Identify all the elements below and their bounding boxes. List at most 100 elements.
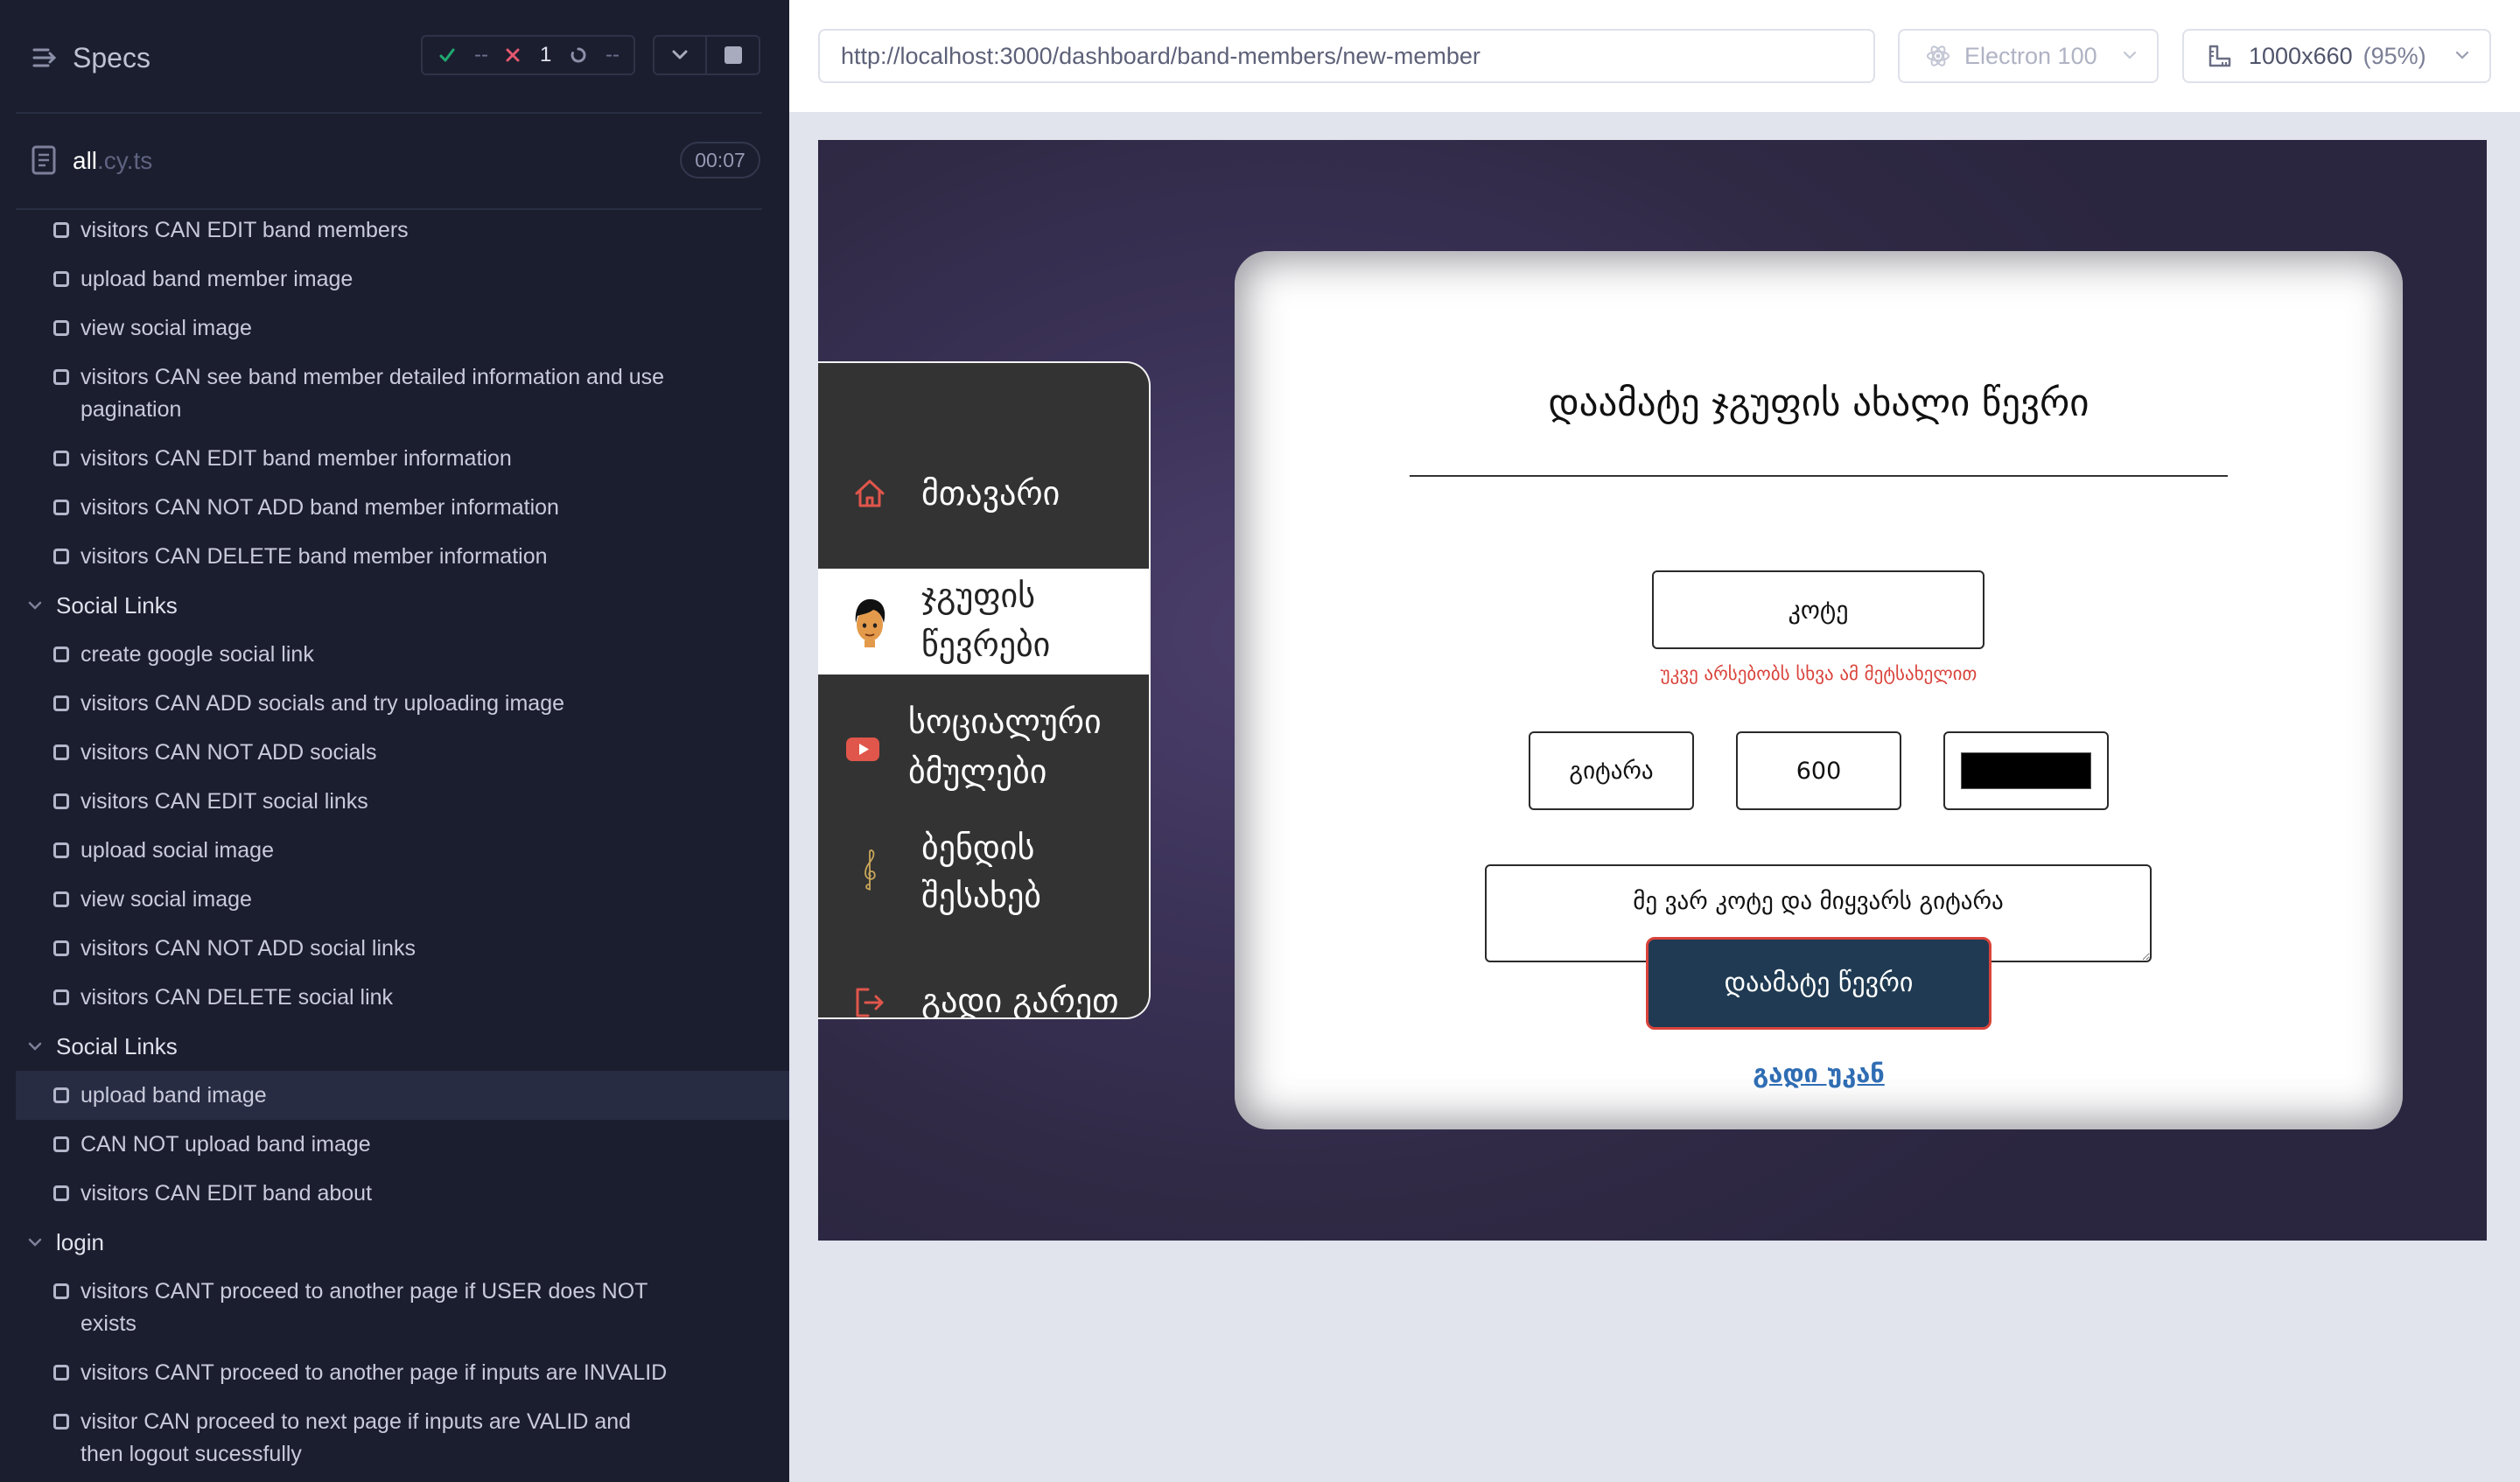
nav-label-line: ბენდის xyxy=(921,828,1035,867)
stop-icon[interactable] xyxy=(724,46,742,64)
chevron-down-icon xyxy=(2455,51,2469,59)
test-row[interactable]: visitor CAN proceed to next page if inpu… xyxy=(0,1397,789,1479)
browser-name: Electron 100 xyxy=(1964,43,2097,69)
test-row[interactable]: visitors CAN EDIT social links xyxy=(0,777,789,826)
browser-selector[interactable]: Electron 100 xyxy=(1898,29,2159,83)
run-controls xyxy=(653,35,760,75)
ruler-icon xyxy=(2208,45,2231,67)
test-title: visitors CANT proceed to another page if… xyxy=(80,1278,648,1304)
chevron-down-icon xyxy=(28,1042,42,1051)
test-row[interactable]: visitors CAN NOT ADD socials xyxy=(0,728,789,777)
specs-sidebar: Specs -- 1 -- all.cy.ts 00:07 visitors C… xyxy=(0,0,789,1482)
chevron-down-icon[interactable] xyxy=(672,50,688,60)
test-title: visitors CAN NOT ADD social links xyxy=(80,935,416,961)
test-state-icon xyxy=(53,451,69,466)
test-state-icon xyxy=(53,369,69,385)
test-title: visitors CAN EDIT social links xyxy=(80,788,368,814)
url-bar[interactable]: http://localhost:3000/dashboard/band-mem… xyxy=(818,29,1875,83)
test-row[interactable]: upload band member image xyxy=(0,255,789,304)
back-link-wrap: გადი უკან xyxy=(1235,1056,2403,1096)
test-title: visitors CAN DELETE social link xyxy=(80,984,394,1010)
test-row[interactable]: view social image xyxy=(0,304,789,353)
test-row[interactable]: visitors CAN see band member detailed in… xyxy=(0,353,789,434)
test-title: upload band member image xyxy=(80,266,354,291)
test-row[interactable]: visitors CANT proceed to another page if… xyxy=(0,1348,789,1397)
controls-divider xyxy=(705,37,707,73)
test-row[interactable]: visitors CAN EDIT band member informatio… xyxy=(0,434,789,483)
test-title: visitors CANT proceed to another page if… xyxy=(80,1360,668,1385)
failed-count: 1 xyxy=(540,43,552,66)
nav-item-about[interactable]: ბენდის შესახებ xyxy=(818,824,1149,924)
test-title: visitors CAN ADD socials and try uploadi… xyxy=(80,690,565,716)
spec-duration-badge: 00:07 xyxy=(680,142,760,178)
test-state-icon xyxy=(53,320,69,336)
suite-title: login xyxy=(56,1228,104,1255)
test-state-icon xyxy=(53,549,69,564)
spec-file-icon xyxy=(32,145,56,175)
nav-item-social-links[interactable]: სოციალური ბმულები xyxy=(818,697,1149,800)
test-state-icon xyxy=(53,891,69,907)
nav-label: ბენდის შესახებ xyxy=(921,824,1041,920)
test-row-current[interactable]: upload band image xyxy=(0,1071,789,1120)
test-row[interactable]: visitors CAN DELETE band member informat… xyxy=(0,532,789,581)
test-state-icon xyxy=(53,271,69,287)
chevron-down-icon xyxy=(28,601,42,610)
app-viewport: მთავარი ჯგუფის წევრები სოციალური ბმულები xyxy=(818,140,2487,1241)
test-row[interactable]: visitors CAN ADD socials and try uploadi… xyxy=(0,679,789,728)
instrument-input[interactable] xyxy=(1529,731,1694,810)
suite-row[interactable]: Social Links xyxy=(0,1022,789,1071)
test-state-icon xyxy=(53,1365,69,1381)
nav-item-band-members[interactable]: ჯგუფის წევრები xyxy=(818,569,1149,675)
header-divider xyxy=(16,112,762,114)
test-row[interactable]: visitors CAN NOT ADD band member informa… xyxy=(0,483,789,532)
chevron-down-icon xyxy=(28,1238,42,1247)
test-state-icon xyxy=(53,1087,69,1103)
suite-row[interactable]: login xyxy=(0,1218,789,1267)
viewport-zoom: (95%) xyxy=(2362,43,2426,69)
failed-x-icon xyxy=(506,48,520,62)
nav-item-home[interactable]: მთავარი xyxy=(818,469,1149,518)
test-state-icon xyxy=(53,989,69,1005)
chevron-down-icon xyxy=(2123,51,2137,59)
passed-check-icon xyxy=(439,48,455,62)
test-title: visitors CAN EDIT band about xyxy=(80,1180,373,1206)
specs-title[interactable]: Specs xyxy=(73,40,150,75)
test-row[interactable]: create google social link xyxy=(0,630,789,679)
electron-icon xyxy=(1927,45,1950,66)
nav-label: სოციალური ბმულები xyxy=(908,697,1102,797)
test-state-icon xyxy=(53,1283,69,1299)
color-picker[interactable] xyxy=(1943,731,2109,810)
test-row[interactable]: visitors CANT proceed to another page if… xyxy=(0,1267,789,1348)
nav-label-line: სოციალური xyxy=(908,703,1102,741)
test-title: visitors CAN NOT ADD socials xyxy=(80,739,377,765)
number-input[interactable] xyxy=(1736,731,1901,810)
passed-count: -- xyxy=(474,43,488,66)
test-state-icon xyxy=(53,1136,69,1152)
nickname-input[interactable] xyxy=(1652,570,1984,649)
back-link[interactable]: გადი უკან xyxy=(1753,1059,1885,1088)
test-title: visitors CAN EDIT band members xyxy=(80,217,409,242)
test-title: upload social image xyxy=(80,837,274,863)
test-row[interactable]: visitors CAN EDIT band members xyxy=(0,206,789,255)
test-row[interactable]: upload social image xyxy=(0,826,789,875)
test-title: view social image xyxy=(80,315,252,340)
test-row[interactable]: visitors CAN NOT ADD social links xyxy=(0,924,789,973)
specs-list-icon[interactable] xyxy=(32,45,58,70)
test-state-icon xyxy=(53,1185,69,1201)
test-row[interactable]: view social image xyxy=(0,875,789,924)
spec-file-name[interactable]: all.cy.ts xyxy=(73,143,152,178)
test-state-icon xyxy=(53,500,69,515)
test-title: visitors CAN see band member detailed in… xyxy=(80,364,665,389)
add-member-button[interactable]: დაამატე წევრი xyxy=(1646,937,1992,1030)
viewport-selector[interactable]: 1000x660 (95%) xyxy=(2182,29,2491,83)
test-row[interactable]: CAN NOT upload band image xyxy=(0,1120,789,1169)
test-row[interactable]: visitors CAN EDIT band about xyxy=(0,1169,789,1218)
suite-row[interactable]: Social Links xyxy=(0,581,789,630)
test-row[interactable]: visitors CAN DELETE social link xyxy=(0,973,789,1022)
nav-item-logout[interactable]: გადი გარეთ xyxy=(818,976,1149,1019)
test-state-icon xyxy=(53,222,69,238)
app-side-nav: მთავარი ჯგუფის წევრები სოციალური ბმულები xyxy=(818,361,1151,1019)
nav-label: გადი გარეთ xyxy=(921,982,1119,1019)
test-title: visitor CAN proceed to next page if inpu… xyxy=(80,1409,632,1434)
viewport-label: 1000x660 (95%) xyxy=(2249,31,2426,81)
